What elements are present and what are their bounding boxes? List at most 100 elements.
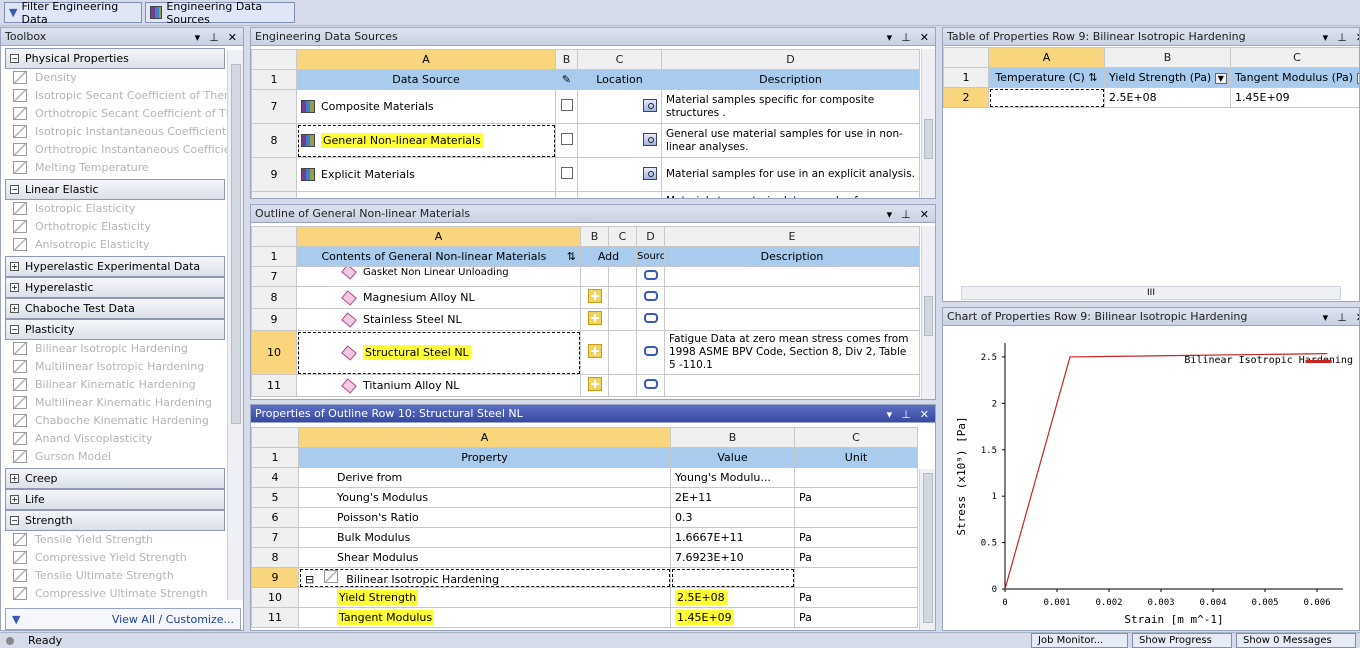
expand-icon[interactable]: + [10, 283, 19, 292]
material-cell[interactable]: Magnesium Alloy NL [296, 286, 581, 309]
col-temperature[interactable]: Temperature (C) ⇅ [988, 67, 1105, 88]
toolbox-item[interactable]: Anand Viscoplasticity [13, 429, 152, 447]
checkbox[interactable] [560, 133, 573, 145]
add-icon[interactable] [587, 311, 602, 325]
property-name-cell[interactable]: Derive from [298, 467, 671, 488]
table-row[interactable]: 8 Magnesium Alloy NL [251, 286, 920, 309]
toolbox-item[interactable]: Multilinear Isotropic Hardening [13, 357, 204, 375]
checkbox[interactable] [560, 99, 573, 111]
property-name-cell[interactable]: Tangent Modulus [298, 607, 671, 628]
toolbox-item[interactable]: Density [13, 68, 77, 86]
pin-icon[interactable]: ⊥ [901, 31, 911, 44]
material-cell[interactable]: Structural Steel NL [296, 330, 581, 375]
funnel-icon[interactable]: ▼ [12, 613, 20, 626]
toolbox-group-8[interactable]: − Strength [5, 510, 225, 531]
sources-scrollbar[interactable] [921, 49, 935, 198]
table-row[interactable]: 4 Derive from Young's Modulu... [251, 467, 918, 488]
toolbox-item[interactable]: Multilinear Kinematic Hardening [13, 393, 212, 411]
edit-pencil-icon[interactable]: ✎ [555, 69, 578, 90]
property-value-cell[interactable]: 2.5E+08 [670, 587, 795, 608]
material-cell[interactable]: Gasket Non Linear Unloading [296, 266, 581, 287]
pin-icon[interactable]: ⊥ [209, 31, 219, 44]
close-icon[interactable]: ✕ [228, 31, 237, 44]
material-cell[interactable]: Titanium Alloy NL [296, 374, 581, 397]
table-row[interactable]: 2 2.5E+08 1.45E+09 [943, 87, 1359, 108]
horizontal-scrollbar[interactable]: III [961, 286, 1341, 300]
toolbox-item[interactable]: Melting Temperature [13, 158, 149, 176]
data-source-cell[interactable]: Explicit Materials [296, 157, 556, 192]
data-source-cell[interactable]: Composite Materials [296, 89, 556, 124]
table-row[interactable]: 7 Bulk Modulus 1.6667E+11 Pa [251, 527, 918, 548]
close-icon[interactable]: ✕ [920, 408, 929, 421]
toolbox-scrollbar[interactable] [227, 50, 243, 600]
toolbox-item[interactable]: Bilinear Isotropic Hardening [13, 339, 188, 357]
col-unit[interactable]: Unit [794, 447, 918, 468]
table-row[interactable]: Material stress-strain data samples for … [251, 191, 920, 198]
show-progress-button[interactable]: Show Progress [1132, 633, 1232, 648]
close-icon[interactable]: ✕ [920, 208, 929, 221]
property-name-cell[interactable]: Shear Modulus [298, 547, 671, 568]
toolbox-item[interactable]: Orthotropic Elasticity [13, 217, 151, 235]
source-link-icon[interactable] [643, 291, 658, 301]
property-unit-cell[interactable]: Pa [794, 607, 918, 628]
expand-icon[interactable]: + [10, 474, 19, 483]
collapse-icon[interactable]: − [10, 325, 19, 334]
col-data-source[interactable]: Data Source [296, 69, 556, 90]
table-row[interactable]: 10 Yield Strength 2.5E+08 Pa [251, 587, 918, 608]
data-source-cell[interactable]: General Non-linear Materials [296, 123, 556, 158]
table-row[interactable]: 9 Stainless Steel NL [251, 308, 920, 331]
pin-icon[interactable]: ⊥ [901, 208, 911, 221]
toolbox-group-7[interactable]: + Life [5, 489, 225, 510]
collapse-icon[interactable]: ⊟ [305, 573, 314, 586]
toolbox-item[interactable]: Anisotropic Elasticity [13, 235, 150, 253]
property-name-cell[interactable]: ⊟ Bilinear Isotropic Hardening [298, 567, 671, 588]
table-row[interactable]: 6 Poisson's Ratio 0.3 [251, 507, 918, 528]
property-value-cell[interactable]: 1.45E+09 [670, 607, 795, 628]
source-link-icon[interactable] [643, 346, 658, 356]
sort-icon[interactable]: ⇅ [1088, 71, 1097, 84]
toolbox-group-2[interactable]: + Hyperelastic Experimental Data [5, 256, 225, 277]
col-source[interactable]: Source [636, 246, 665, 267]
col-value[interactable]: Value [670, 447, 795, 468]
property-name-cell[interactable]: Poisson's Ratio [298, 507, 671, 528]
toolbox-item[interactable]: Orthotropic Instantaneous Coefficien [13, 140, 237, 158]
property-unit-cell[interactable]: Pa [794, 587, 918, 608]
location-icon[interactable] [643, 166, 657, 180]
toolbox-group-4[interactable]: + Chaboche Test Data [5, 298, 225, 319]
dropdown-icon[interactable]: ▾ [1323, 311, 1329, 324]
pin-icon[interactable]: ⊥ [901, 408, 911, 421]
table-row[interactable]: 7 Composite Materials Material samples spe… [251, 89, 920, 124]
engineering-data-sources-button[interactable]: Engineering Data Sources [145, 0, 295, 26]
toolbox-item[interactable]: Tensile Ultimate Strength [13, 566, 174, 584]
expand-icon[interactable]: + [10, 304, 19, 313]
close-icon[interactable]: ✕ [1356, 31, 1359, 44]
dropdown-icon[interactable]: ▾ [195, 31, 201, 44]
property-unit-cell[interactable] [794, 567, 918, 588]
dropdown-icon[interactable]: ▾ [887, 208, 893, 221]
collapse-icon[interactable]: − [10, 516, 19, 525]
close-icon[interactable]: ✕ [920, 31, 929, 44]
material-cell[interactable]: Stainless Steel NL [296, 308, 581, 331]
col-description[interactable]: Description [661, 69, 920, 90]
add-icon[interactable] [587, 289, 602, 303]
toolbox-group-3[interactable]: + Hyperelastic [5, 277, 225, 298]
pin-icon[interactable]: ⊥ [1337, 311, 1347, 324]
property-name-cell[interactable]: Yield Strength [298, 587, 671, 608]
tangent-modulus-cell[interactable]: 1.45E+09 [1230, 87, 1359, 108]
property-unit-cell[interactable]: Pa [794, 547, 918, 568]
toolbox-item[interactable]: Isotropic Secant Coefficient of Therma [13, 86, 243, 104]
sort-icon[interactable]: ⇅ [567, 250, 576, 263]
scroll-thumb[interactable] [231, 64, 241, 424]
property-unit-cell[interactable] [794, 467, 918, 488]
property-value-cell[interactable]: 0.3 [670, 507, 795, 528]
toolbox-item[interactable]: Tensile Yield Strength [13, 530, 153, 548]
property-value-cell[interactable]: 7.6923E+10 [670, 547, 795, 568]
add-icon[interactable] [587, 377, 602, 391]
toolbox-item[interactable]: Compressive Yield Strength [13, 548, 187, 566]
toolbox-group-1[interactable]: − Linear Elastic [5, 179, 225, 200]
col-property[interactable]: Property [298, 447, 671, 468]
temperature-cell[interactable] [988, 87, 1105, 108]
expand-icon[interactable]: + [10, 262, 19, 271]
table-row[interactable]: 5 Young's Modulus 2E+11 Pa [251, 487, 918, 508]
table-row[interactable]: 8 General Non-linear Materials General use… [251, 123, 920, 158]
